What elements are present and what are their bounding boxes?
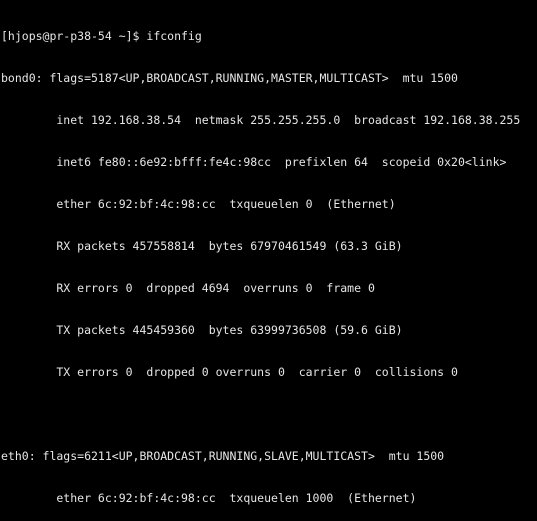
bond0-ether-line: ether 6c:92:bf:4c:98:cc txqueuelen 0 (Et… bbox=[1, 197, 396, 211]
interface-header-eth0: eth0: flags=6211<UP,BROADCAST,RUNNING,SL… bbox=[1, 449, 445, 463]
eth0-ether-line: ether 6c:92:bf:4c:98:cc txqueuelen 1000 … bbox=[1, 491, 417, 505]
interface-header-bond0: bond0: flags=5187<UP,BROADCAST,RUNNING,M… bbox=[1, 71, 458, 85]
bond0-tx-packets-line: TX packets 445459360 bytes 63999736508 (… bbox=[1, 323, 403, 337]
shell-prompt-line: [hjops@pr-p38-54 ~]$ ifconfig bbox=[1, 29, 202, 43]
terminal-window[interactable]: [hjops@pr-p38-54 ~]$ ifconfig bond0: fla… bbox=[0, 0, 537, 521]
bond0-inet6-line: inet6 fe80::6e92:bfff:fe4c:98cc prefixle… bbox=[1, 155, 507, 169]
bond0-inet-line: inet 192.168.38.54 netmask 255.255.255.0… bbox=[1, 113, 521, 127]
bond0-rx-packets-line: RX packets 457558814 bytes 67970461549 (… bbox=[1, 239, 403, 253]
bond0-tx-errors-line: TX errors 0 dropped 0 overruns 0 carrier… bbox=[1, 365, 458, 379]
bond0-rx-errors-line: RX errors 0 dropped 4694 overruns 0 fram… bbox=[1, 281, 375, 295]
